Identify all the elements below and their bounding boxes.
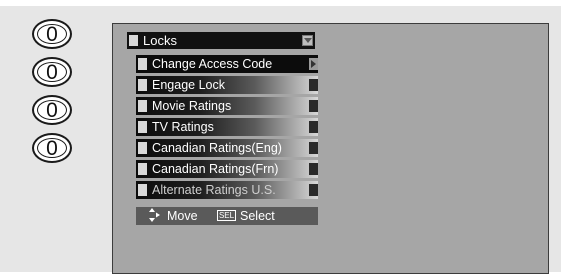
menu-item-canadian-ratings-eng[interactable]: Canadian Ratings(Eng) [136, 139, 318, 157]
tv-screen: Locks Change Access Code Engage Lock Mov… [112, 23, 549, 274]
menu-title: Locks [143, 33, 177, 48]
menu-end-cap-icon [309, 142, 318, 154]
menu-end-cap-icon [309, 79, 318, 91]
remote-button-label: 0 [46, 60, 58, 84]
menu-item-canadian-ratings-frn[interactable]: Canadian Ratings(Frn) [136, 160, 318, 178]
menu-tab-icon [138, 79, 147, 91]
figure-frame: 0 0 0 0 Locks Change Access Code Engage … [0, 6, 561, 274]
remote-button-label: 0 [46, 22, 58, 46]
move-hint-label: Move [167, 209, 198, 223]
right-arrow-icon [309, 58, 318, 70]
menu-tab-icon [138, 163, 147, 175]
help-bar: Move SEL Select [136, 207, 318, 225]
dropdown-arrow-icon[interactable] [302, 35, 313, 46]
menu-item-engage-lock[interactable]: Engage Lock [136, 76, 318, 94]
menu-item-tv-ratings[interactable]: TV Ratings [136, 118, 318, 136]
menu-tab-icon [129, 35, 138, 46]
updown-move-icon [149, 208, 160, 222]
select-hint-label: Select [240, 209, 275, 223]
menu-item-label: Canadian Ratings(Eng) [152, 141, 282, 155]
menu-item-label: Engage Lock [152, 78, 225, 92]
menu-item-movie-ratings[interactable]: Movie Ratings [136, 97, 318, 115]
menu-title-bar[interactable]: Locks [127, 32, 315, 49]
menu-end-cap-icon [309, 121, 318, 133]
menu-end-cap-icon [309, 163, 318, 175]
menu-end-cap-icon [309, 100, 318, 112]
menu-item-change-access-code[interactable]: Change Access Code [136, 55, 318, 73]
menu-tab-icon [138, 58, 147, 70]
menu-item-label: Canadian Ratings(Frn) [152, 162, 279, 176]
menu-item-label: Change Access Code [152, 57, 273, 71]
menu-item-label: Alternate Ratings U.S. [152, 183, 276, 197]
menu-tab-icon [138, 184, 147, 196]
remote-button-zero-2[interactable]: 0 [32, 57, 72, 87]
remote-button-zero-1[interactable]: 0 [32, 19, 72, 49]
menu-item-label: TV Ratings [152, 120, 214, 134]
menu-tab-icon [138, 100, 147, 112]
sel-key-icon: SEL [217, 210, 236, 221]
menu-item-label: Movie Ratings [152, 99, 232, 113]
menu-tab-icon [138, 121, 147, 133]
menu-tab-icon [138, 142, 147, 154]
remote-button-zero-3[interactable]: 0 [32, 95, 72, 125]
remote-button-zero-4[interactable]: 0 [32, 133, 72, 163]
remote-button-label: 0 [46, 136, 58, 160]
remote-button-label: 0 [46, 98, 58, 122]
menu-end-cap-icon [309, 184, 318, 196]
menu-item-alternate-ratings-us[interactable]: Alternate Ratings U.S. [136, 181, 318, 199]
